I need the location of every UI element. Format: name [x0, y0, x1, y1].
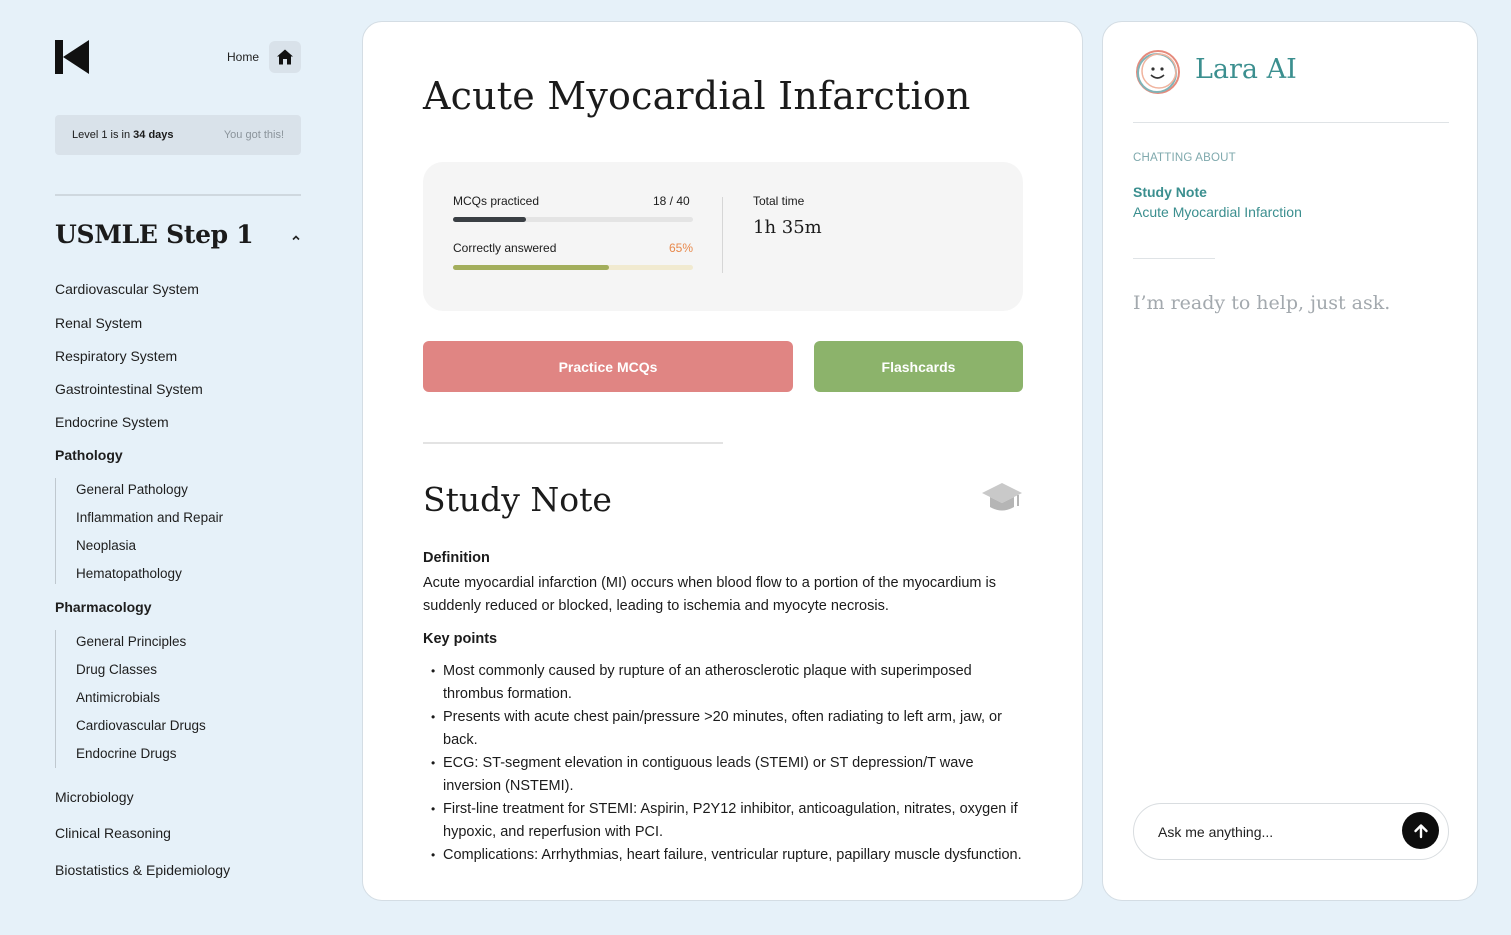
sidebar: Home Level 1 is in 34 days You got this!… [55, 22, 301, 922]
stats-divider [722, 197, 723, 273]
correct-progress-fill [453, 265, 609, 270]
home-label[interactable]: Home [227, 50, 259, 64]
sidebar-item-respiratory[interactable]: Respiratory System [55, 348, 177, 364]
mcqs-progress-fill [453, 217, 527, 222]
section-divider [423, 442, 723, 444]
k-logo-icon[interactable] [55, 40, 89, 74]
chat-divider [1133, 122, 1449, 123]
chat-title: Lara AI [1195, 54, 1297, 85]
page-title: Acute Myocardial Infarction [423, 74, 971, 118]
level-countdown-banner: Level 1 is in 34 days You got this! [55, 115, 301, 155]
sidebar-item-pathology[interactable]: Pathology [55, 447, 123, 463]
chatting-about-label: CHATTING ABOUT [1133, 152, 1236, 164]
subitem-inflammation-repair[interactable]: Inflammation and Repair [76, 510, 223, 525]
subitem-cardiovascular-drugs[interactable]: Cardiovascular Drugs [76, 718, 206, 733]
sidebar-item-clinical-reasoning[interactable]: Clinical Reasoning [55, 825, 171, 841]
key-points-list: Most commonly caused by rupture of an at… [423, 660, 1023, 867]
list-item: ECG: ST-segment elevation in contiguous … [423, 752, 1023, 798]
subitem-hematopathology[interactable]: Hematopathology [76, 566, 182, 581]
send-button[interactable] [1402, 812, 1439, 849]
subitem-antimicrobials[interactable]: Antimicrobials [76, 690, 160, 705]
graduation-cap-icon [981, 480, 1023, 516]
definition-heading: Definition [423, 550, 490, 566]
flashcards-button[interactable]: Flashcards [814, 341, 1023, 392]
sidebar-item-gastrointestinal[interactable]: Gastrointestinal System [55, 381, 203, 397]
sidebar-item-microbiology[interactable]: Microbiology [55, 789, 134, 805]
list-item: Complications: Arrhythmias, heart failur… [423, 844, 1023, 867]
chat-divider-short [1133, 258, 1215, 259]
sidebar-item-endocrine[interactable]: Endocrine System [55, 414, 169, 430]
study-note-title: Study Note [423, 480, 612, 519]
pathology-subnav: General Pathology Inflammation and Repai… [55, 478, 301, 584]
sidebar-item-cardiovascular[interactable]: Cardiovascular System [55, 281, 199, 297]
subitem-general-principles[interactable]: General Principles [76, 634, 186, 649]
mcqs-practiced-value: 18 / 40 [653, 194, 690, 208]
arrow-up-icon [1413, 823, 1428, 838]
chevron-up-icon[interactable] [291, 230, 301, 241]
sidebar-item-renal[interactable]: Renal System [55, 315, 142, 331]
definition-text: Acute myocardial infarction (MI) occurs … [423, 575, 996, 614]
list-item: Presents with acute chest pain/pressure … [423, 706, 1023, 752]
subitem-endocrine-drugs[interactable]: Endocrine Drugs [76, 746, 177, 761]
key-points-heading: Key points [423, 631, 498, 647]
chat-context-type: Study Note [1133, 184, 1207, 200]
subitem-general-pathology[interactable]: General Pathology [76, 482, 188, 497]
sidebar-divider [55, 194, 301, 196]
total-time-value: 1h 35m [753, 217, 822, 238]
total-time-label: Total time [753, 194, 805, 208]
correct-answered-value: 65% [669, 241, 694, 255]
mcqs-practiced-label: MCQs practiced [453, 194, 540, 208]
progress-stats-card: MCQs practiced 18 / 40 Correctly answere… [423, 162, 1023, 311]
home-icon [277, 49, 293, 65]
correct-progress-bar [453, 265, 693, 270]
subitem-drug-classes[interactable]: Drug Classes [76, 662, 157, 677]
subitem-neoplasia[interactable]: Neoplasia [76, 538, 136, 553]
course-title: USMLE Step 1 [55, 220, 254, 249]
chat-panel: Lara AI CHATTING ABOUT Study Note Acute … [1102, 21, 1478, 901]
main-content-card: Acute Myocardial Infarction MCQs practic… [362, 21, 1083, 901]
sidebar-item-pharmacology[interactable]: Pharmacology [55, 599, 151, 615]
home-button[interactable] [269, 41, 301, 73]
chat-empty-hint: I’m ready to help, just ask. [1133, 292, 1391, 314]
list-item: Most commonly caused by rupture of an at… [423, 660, 1023, 706]
practice-mcqs-button[interactable]: Practice MCQs [423, 341, 793, 392]
list-item: First-line treatment for STEMI: Aspirin,… [423, 798, 1023, 844]
pharmacology-subnav: General Principles Drug Classes Antimicr… [55, 630, 301, 768]
correct-answered-label: Correctly answered [453, 241, 557, 255]
mcqs-progress-bar [453, 217, 693, 222]
level-motivation-text: You got this! [223, 129, 284, 141]
sidebar-item-biostatistics[interactable]: Biostatistics & Epidemiology [55, 862, 230, 878]
level-countdown-text: Level 1 is in 34 days [72, 129, 174, 141]
study-note-body: Definition Acute myocardial infarction (… [423, 547, 1023, 867]
chat-context-title: Acute Myocardial Infarction [1133, 204, 1302, 220]
smiley-face-icon [1133, 47, 1183, 97]
